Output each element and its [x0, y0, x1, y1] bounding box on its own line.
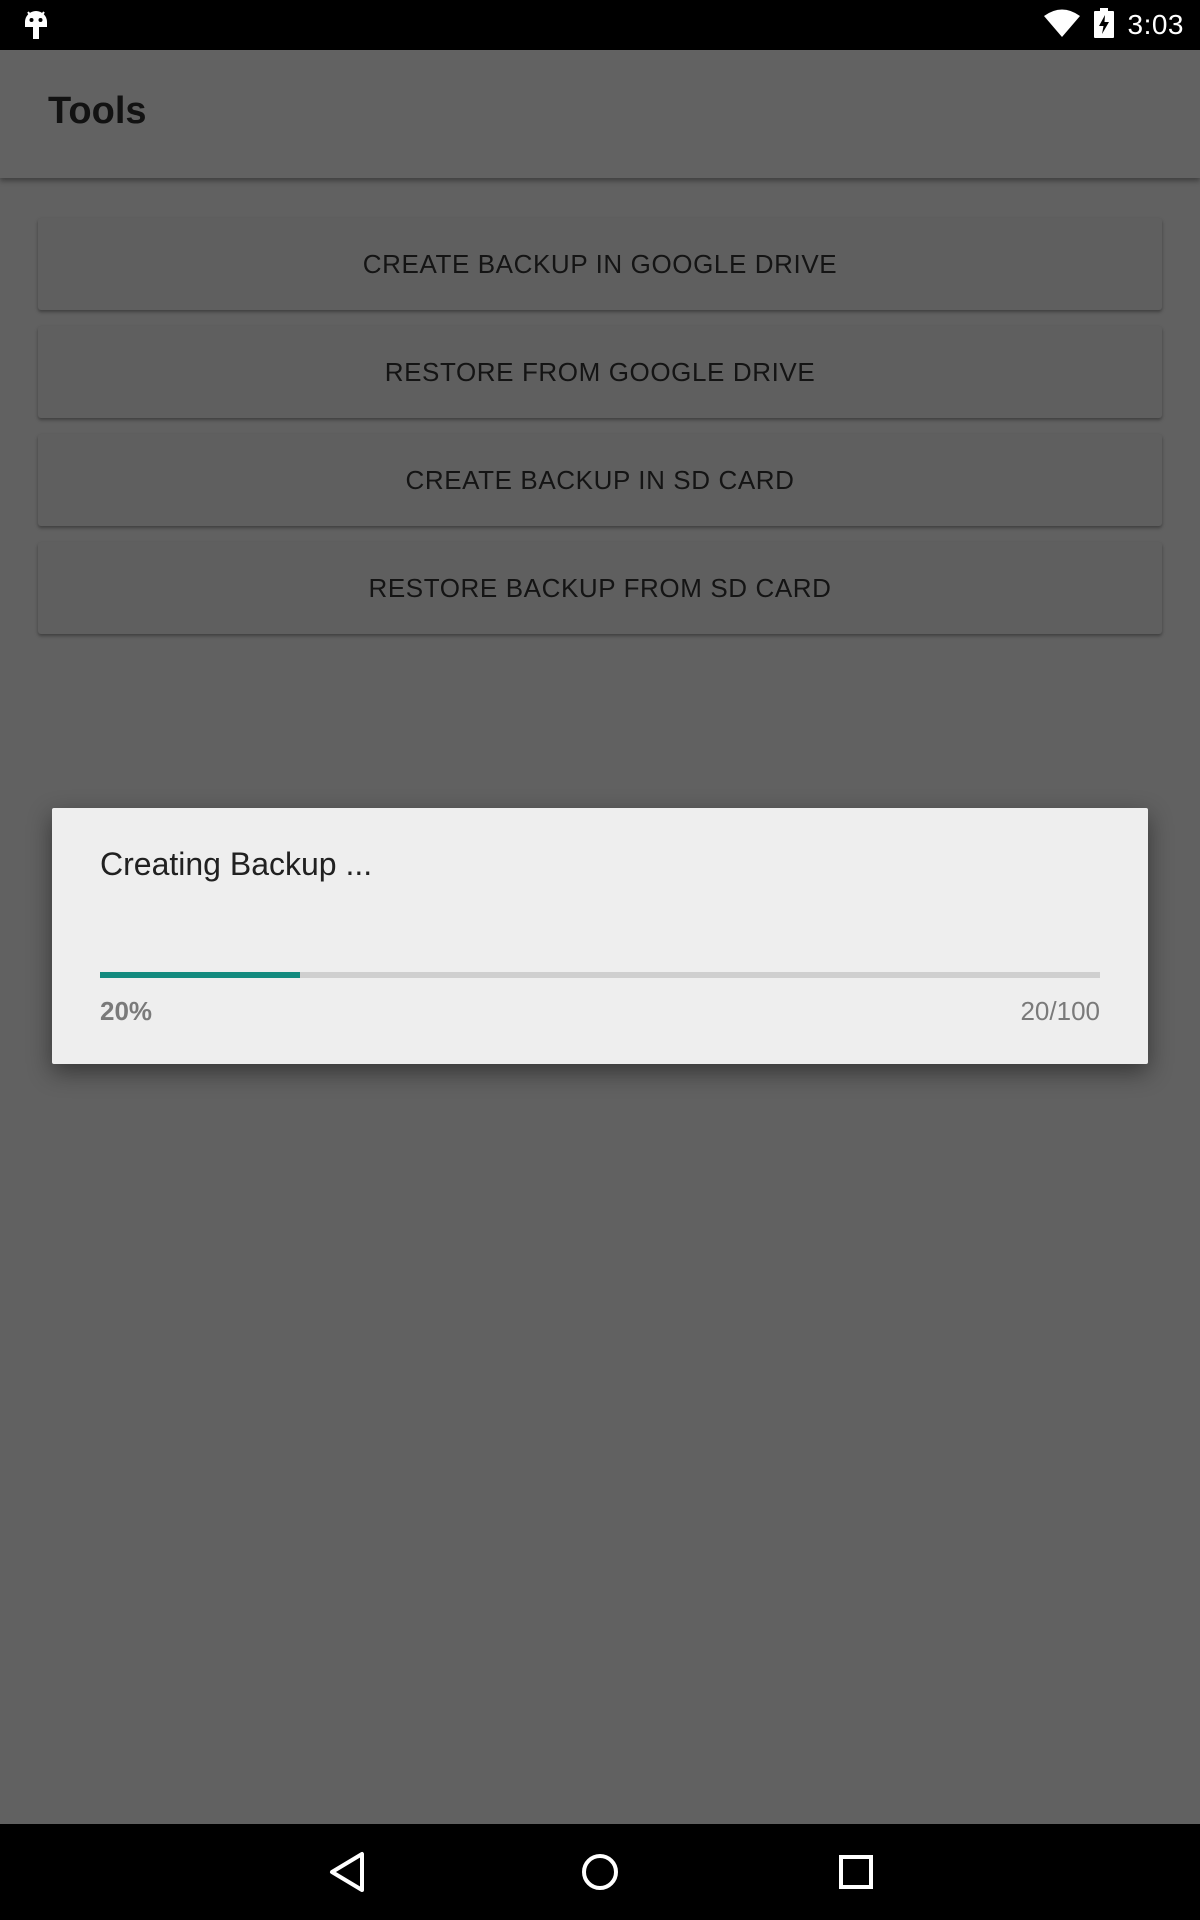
navigation-bar	[0, 1824, 1200, 1920]
status-bar: 3:03	[0, 0, 1200, 50]
progress-percent: 20%	[100, 996, 153, 1026]
dialog-title: Creating Backup ...	[100, 846, 373, 882]
home-icon[interactable]	[572, 1844, 628, 1900]
progress-dialog: Creating Backup ... 20% 20/100	[52, 808, 1148, 1064]
recents-icon[interactable]	[828, 1844, 884, 1900]
create-backup-google-drive-button[interactable]: CREATE BACKUP IN GOOGLE DRIVE	[38, 218, 1162, 310]
progress-bar	[100, 972, 1100, 978]
android-debug-icon	[22, 8, 50, 42]
page-title: Tools	[48, 90, 147, 132]
create-backup-sd-card-button[interactable]: CREATE BACKUP IN SD CARD	[38, 434, 1162, 526]
app-bar: Tools	[0, 50, 1200, 178]
restore-google-drive-button[interactable]: RESTORE FROM GOOGLE DRIVE	[38, 326, 1162, 418]
progress-bar-fill	[100, 972, 300, 978]
wifi-icon	[1043, 9, 1080, 42]
battery-charging-icon	[1093, 7, 1114, 43]
progress-count: 20/100	[1020, 996, 1100, 1026]
status-time: 3:03	[1127, 9, 1184, 40]
restore-backup-sd-card-button[interactable]: RESTORE BACKUP FROM SD CARD	[38, 542, 1162, 634]
action-list: CREATE BACKUP IN GOOGLE DRIVE RESTORE FR…	[38, 218, 1162, 650]
back-icon[interactable]	[320, 1844, 376, 1900]
